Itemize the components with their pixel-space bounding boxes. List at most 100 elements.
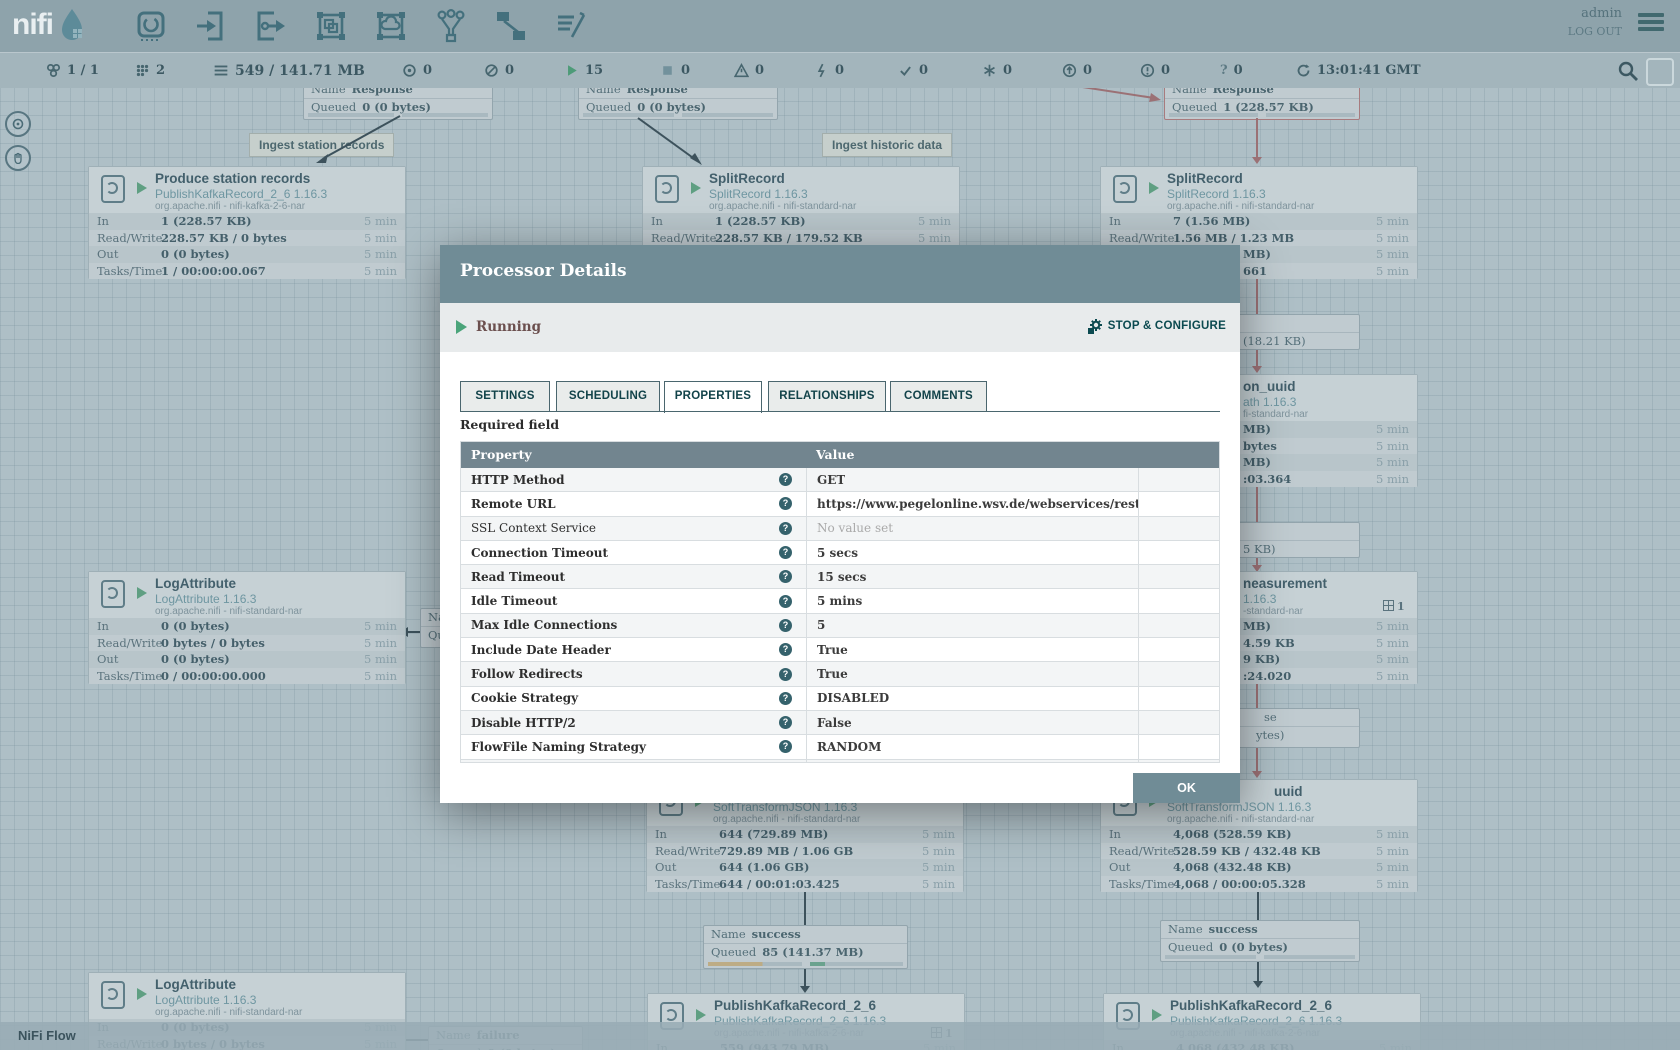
help-icon[interactable]: ?	[779, 619, 792, 632]
processor-title-fragment: uuid	[1274, 784, 1303, 799]
connection-label[interactable]: Namesuccess Queued0 (0 bytes)	[1160, 920, 1360, 962]
table-row[interactable]: Read Timeout?15 secs	[461, 565, 1219, 589]
table-row[interactable]: HTTP Method?GET	[461, 468, 1219, 492]
tab-underline	[460, 411, 1220, 412]
help-icon[interactable]: ?	[779, 740, 792, 753]
connection-label[interactable]: Namesuccess Queued85 (141.37 MB)	[703, 925, 908, 969]
table-row[interactable]: Disable HTTP/2?False	[461, 711, 1219, 735]
dialog-status-bar: Running STOP & CONFIGURE	[440, 303, 1240, 352]
connection-line	[1256, 684, 1258, 708]
processor-title: Produce station records	[155, 171, 310, 186]
tab-relationships[interactable]: RELATIONSHIPS	[768, 381, 886, 412]
table-row[interactable]: Follow Redirects?True	[461, 662, 1219, 686]
stopped-icon	[660, 63, 675, 78]
running-icon	[691, 182, 701, 194]
help-icon[interactable]: ?	[779, 473, 792, 486]
input-port-component-icon[interactable]	[194, 9, 228, 43]
processor-title-fragment: neasurement	[1243, 576, 1327, 591]
flow-status-bar: 1 / 1 2 549 / 141.71 MB 0 0 15 0 0 0 0	[0, 52, 1680, 88]
status-transmitting: 0	[402, 53, 432, 88]
output-port-component-icon[interactable]	[254, 9, 288, 43]
tab-settings[interactable]: SETTINGS	[460, 381, 550, 412]
connection-line	[1256, 350, 1258, 366]
fragment-queued: ytes)	[1256, 727, 1284, 744]
table-row[interactable]: Include Date Header?True	[461, 638, 1219, 662]
table-row[interactable]: Cookie Strategy?DISABLED	[461, 687, 1219, 711]
table-row[interactable]: Max Idle Connections?5	[461, 614, 1219, 638]
table-row[interactable]: Remote URL?https://www.pegelonline.wsv.d…	[461, 492, 1219, 516]
last-refresh-time: 13:01:41 GMT	[1317, 63, 1421, 78]
processor-icon	[101, 580, 125, 608]
status-panel-button[interactable]	[1646, 58, 1674, 86]
current-user: admin	[1568, 6, 1622, 21]
status-invalid: 0	[734, 53, 764, 88]
help-icon[interactable]: ?	[779, 643, 792, 656]
connection-arrowhead	[1252, 771, 1262, 778]
processor-icon	[101, 981, 125, 1009]
queued-icon	[213, 63, 229, 78]
target-icon	[12, 118, 24, 130]
connection-arrow	[634, 112, 708, 170]
tab-properties[interactable]: PROPERTIES	[664, 381, 762, 413]
connection-name: success	[1209, 922, 1258, 936]
canvas-pan-button[interactable]	[5, 145, 31, 171]
help-icon[interactable]: ?	[779, 497, 792, 510]
flow-label[interactable]: Ingest historic data	[822, 133, 952, 157]
status-not-transmitting: 0	[484, 53, 514, 88]
table-row-clipped[interactable]: Attributes to Send?No value set	[461, 760, 1219, 763]
funnel-component-icon[interactable]	[434, 9, 468, 43]
canvas-target-button[interactable]	[5, 111, 31, 137]
processor-details-dialog: Processor Details Running STOP & CONFIGU…	[440, 245, 1240, 803]
cluster-icon	[46, 63, 61, 78]
gear-icon	[1087, 318, 1103, 334]
connection-arrowhead	[1252, 157, 1262, 164]
connection-line	[1256, 118, 1258, 158]
help-icon[interactable]: ?	[779, 570, 792, 583]
processor-produce-station-records[interactable]: Produce station records PublishKafkaReco…	[88, 166, 406, 279]
processor-type: PublishKafkaRecord_2_6 1.16.3	[155, 187, 327, 201]
table-header: Property Value	[461, 442, 1219, 468]
template-component-icon[interactable]	[494, 9, 528, 43]
table-row[interactable]: SSL Context Service?No value set	[461, 517, 1219, 541]
help-icon[interactable]: ?	[779, 595, 792, 608]
table-row[interactable]: FlowFile Naming Strategy?RANDOM	[461, 735, 1219, 759]
connection-arrowhead	[800, 986, 810, 993]
search-icon[interactable]	[1616, 59, 1640, 83]
table-row[interactable]: Idle Timeout?5 mins	[461, 589, 1219, 613]
help-icon[interactable]: ?	[779, 546, 792, 559]
dialog-header: Processor Details	[440, 245, 1240, 303]
label-component-icon[interactable]	[554, 9, 588, 43]
help-icon[interactable]: ?	[779, 668, 792, 681]
logout-link[interactable]: LOG OUT	[1568, 25, 1622, 38]
help-icon[interactable]: ?	[779, 716, 792, 729]
processor-component-icon[interactable]	[134, 9, 168, 43]
help-icon[interactable]: ?	[779, 522, 792, 535]
breadcrumb[interactable]: NiFi Flow	[18, 1028, 76, 1043]
ok-button[interactable]: OK	[1133, 773, 1240, 803]
connection-arrow	[308, 112, 408, 170]
process-group-component-icon[interactable]	[314, 9, 348, 43]
tab-comments[interactable]: COMMENTS	[890, 381, 987, 412]
refresh-icon[interactable]	[1296, 63, 1311, 78]
nifi-logo: nifi	[12, 7, 85, 43]
connection-queued: 1 (228.57 KB)	[1223, 100, 1314, 114]
connection-line	[1256, 487, 1258, 522]
status-cluster: 1 / 1	[46, 53, 99, 88]
tab-scheduling[interactable]: SCHEDULING	[556, 381, 660, 412]
circle-exclamation-icon	[1140, 63, 1155, 78]
processor-icon	[101, 175, 125, 203]
connection-queued: 0 (0 bytes)	[1219, 940, 1288, 954]
question-icon: ?	[1220, 63, 1228, 78]
running-icon	[1149, 182, 1159, 194]
remote-process-group-component-icon[interactable]	[374, 9, 408, 43]
running-icon	[137, 988, 147, 1000]
processor-icon	[1113, 175, 1137, 203]
stop-and-configure-button[interactable]: STOP & CONFIGURE	[1087, 318, 1226, 334]
help-icon[interactable]: ?	[779, 692, 792, 705]
table-row[interactable]: Connection Timeout?5 secs	[461, 541, 1219, 565]
fragment-name: se	[1264, 709, 1277, 726]
fragment-queued: (18.21 KB)	[1243, 333, 1306, 350]
processor-logattribute-middle[interactable]: LogAttribute LogAttribute 1.16.3 org.apa…	[88, 571, 406, 684]
global-menu-button[interactable]	[1638, 13, 1664, 35]
status-refresh[interactable]: 13:01:41 GMT	[1296, 53, 1421, 88]
